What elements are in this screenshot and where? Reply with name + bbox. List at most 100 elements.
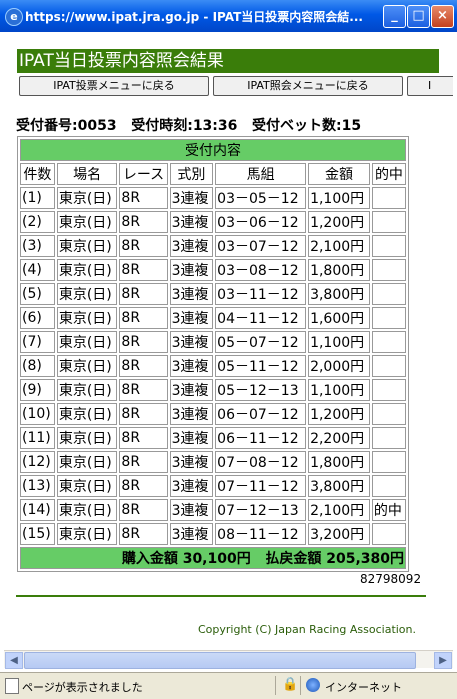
close-button[interactable]: × [431, 5, 454, 28]
ipat-menu-button[interactable]: IPAT投票メニューに戻る [19, 76, 209, 96]
table-cell [371, 355, 406, 377]
receipt-time: 13:36 [192, 118, 238, 134]
table-cell: 8R [119, 187, 168, 209]
table-cell: 8R [119, 403, 168, 425]
table-row: (4) 東京(日) 8R 3連複 03－08－12 1,800円 [20, 259, 406, 281]
table-cell: 3連複 [169, 355, 214, 377]
table-cell: (4) [20, 259, 55, 281]
status-text: ページが表示されました [22, 681, 143, 694]
table-cell: (2) [20, 211, 55, 233]
scroll-thumb[interactable] [24, 652, 416, 669]
table-cell: 3連複 [169, 283, 214, 305]
maximize-button[interactable]: □ [407, 5, 430, 28]
table-cell: 3連複 [169, 379, 214, 401]
table-cell [371, 259, 406, 281]
table-cell: 8R [119, 283, 168, 305]
table-cell [371, 235, 406, 257]
table-cell [371, 211, 406, 233]
table-cell: (3) [20, 235, 55, 257]
table-cell: (11) [20, 427, 55, 449]
total-row: 購入金額 30,100円 払戻金額 205,380円 [20, 547, 406, 569]
table-cell: 3連複 [169, 427, 214, 449]
table-cell [371, 379, 406, 401]
table-cell: 8R [119, 259, 168, 281]
title-bar[interactable]: e https://www.ipat.jra.go.jp - IPAT当日投票内… [0, 0, 457, 32]
table-cell: 04－11－12 [215, 307, 307, 329]
table-cell: (14) [20, 499, 55, 521]
table-cell: 8R [119, 427, 168, 449]
table-cell: 03－08－12 [215, 259, 307, 281]
table-body: (1) 東京(日) 8R 3連複 03－05－12 1,100円 (2) 東京(日) 8R 3連複… [20, 187, 406, 545]
column-header: 馬組 [215, 163, 307, 185]
table-row: (5) 東京(日) 8R 3連複 03－11－12 3,800円 [20, 283, 406, 305]
table-cell: 2,200円 [308, 427, 370, 449]
table-cell: (12) [20, 451, 55, 473]
serial-number: 82798092 [360, 572, 422, 586]
table-cell [371, 307, 406, 329]
table-cell: 1,100円 [308, 331, 370, 353]
table-cell: (13) [20, 475, 55, 497]
table-row: (9) 東京(日) 8R 3連複 05－12－13 1,100円 [20, 379, 406, 401]
table-cell: (6) [20, 307, 55, 329]
table-cell: 03－11－12 [215, 283, 307, 305]
scroll-left-icon[interactable]: ◀ [5, 652, 23, 669]
table-cell: 東京(日) [56, 259, 118, 281]
page-content: IPAT当日投票内容照会結果 IPAT投票メニューに戻る IPAT照会メニューに… [4, 32, 453, 650]
table-cell: 2,000円 [308, 355, 370, 377]
table-row: (2) 東京(日) 8R 3連複 03－06－12 1,200円 [20, 211, 406, 233]
page-icon [5, 678, 19, 694]
status-bar: ページが表示されました 🔒 インターネット [0, 672, 457, 699]
receipt-time-label: 受付時刻: [131, 118, 193, 134]
minimize-button[interactable]: _ [383, 5, 406, 28]
table-row: (1) 東京(日) 8R 3連複 03－05－12 1,100円 [20, 187, 406, 209]
column-header: 件数 [20, 163, 55, 185]
table-cell: 07－12－13 [215, 499, 307, 521]
table-cell: 8R [119, 475, 168, 497]
table-cell: 東京(日) [56, 331, 118, 353]
table-cell: 東京(日) [56, 475, 118, 497]
table-cell: 2,100円 [308, 235, 370, 257]
table-cell [371, 403, 406, 425]
table-caption: 受付内容 [20, 139, 406, 161]
refund-label: 払戻金額 [265, 551, 322, 567]
table-cell [371, 283, 406, 305]
table-cell: 東京(日) [56, 211, 118, 233]
table-row: (15) 東京(日) 8R 3連複 08－11－12 3,200円 [20, 523, 406, 545]
table-cell: 8R [119, 523, 168, 545]
window-title: https://www.ipat.jra.go.jp - IPAT当日投票内容照… [25, 10, 363, 24]
table-cell: 3連複 [169, 307, 214, 329]
table-header-row: 件数 場名 レース 式別 馬組 金額 的中 [20, 163, 406, 185]
globe-icon [306, 678, 320, 692]
table-cell: 1,600円 [308, 307, 370, 329]
table-cell: 3連複 [169, 499, 214, 521]
bet-count: 15 [341, 118, 362, 134]
table-cell: 3連複 [169, 331, 214, 353]
column-header: 式別 [169, 163, 214, 185]
table-cell: 東京(日) [56, 499, 118, 521]
purchase-label: 購入金額 [121, 551, 178, 567]
horizontal-scrollbar[interactable]: ◀ ▶ [4, 650, 453, 669]
table-cell: 東京(日) [56, 355, 118, 377]
table-cell: 3,800円 [308, 475, 370, 497]
table-cell [371, 331, 406, 353]
table-row: (11) 東京(日) 8R 3連複 06－11－12 2,200円 [20, 427, 406, 449]
extra-nav-button[interactable]: I [407, 76, 453, 96]
receipt-number: 0053 [77, 118, 117, 134]
table-cell: 東京(日) [56, 307, 118, 329]
bet-count-label: 受付ベット数: [252, 118, 342, 134]
table-cell: 1,200円 [308, 403, 370, 425]
table-cell: 東京(日) [56, 427, 118, 449]
table-row: (8) 東京(日) 8R 3連複 05－11－12 2,000円 [20, 355, 406, 377]
ipat-inquiry-button[interactable]: IPAT照会メニューに戻る [213, 76, 403, 96]
table-cell: 3連複 [169, 451, 214, 473]
divider [16, 595, 426, 597]
table-row: (6) 東京(日) 8R 3連複 04－11－12 1,600円 [20, 307, 406, 329]
table-cell: 2,100円 [308, 499, 370, 521]
table-row: (3) 東京(日) 8R 3連複 03－07－12 2,100円 [20, 235, 406, 257]
table-cell: 8R [119, 307, 168, 329]
table-cell [371, 451, 406, 473]
receipt-number-label: 受付番号: [16, 118, 78, 134]
table-cell: 03－05－12 [215, 187, 307, 209]
scroll-right-icon[interactable]: ▶ [434, 652, 452, 669]
column-header: 場名 [56, 163, 118, 185]
